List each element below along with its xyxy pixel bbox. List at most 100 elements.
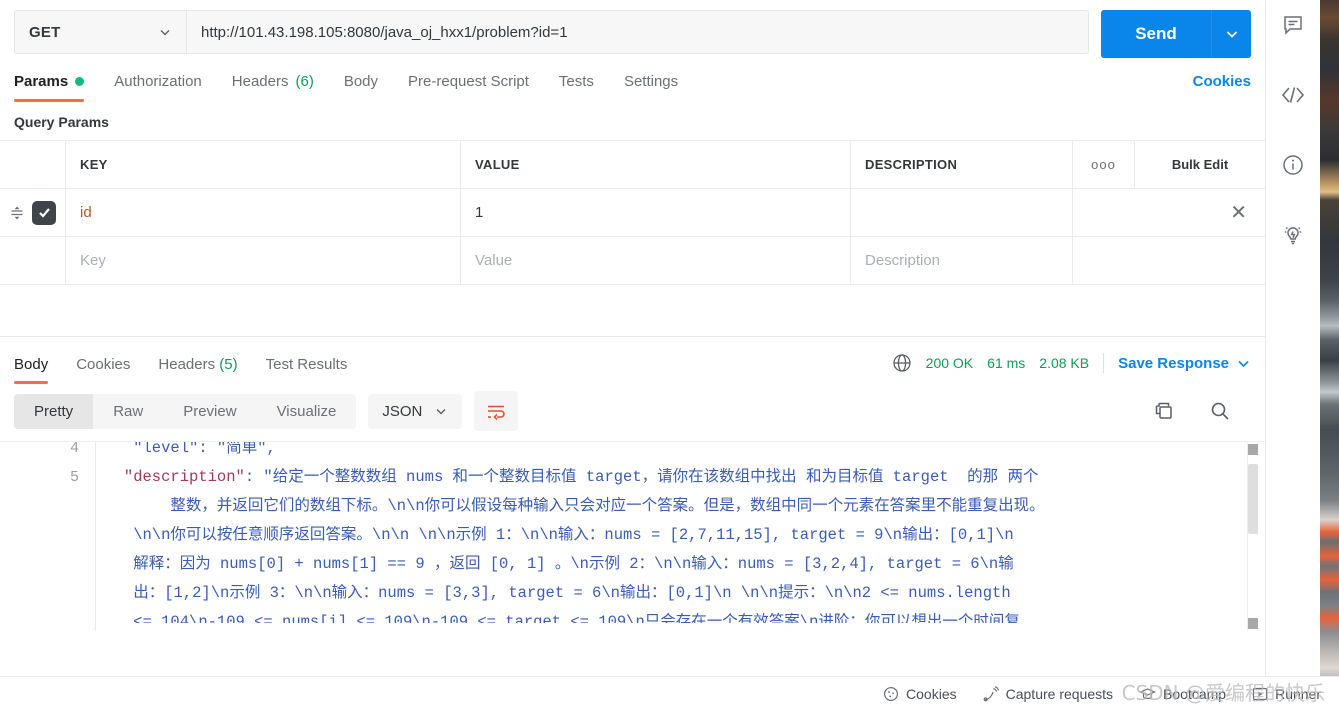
new-row-key-input[interactable]: Key	[66, 237, 461, 284]
new-row-key-placeholder: Key	[80, 252, 106, 269]
view-mode-visualize[interactable]: Visualize	[257, 394, 357, 429]
tab-label: Params	[14, 73, 69, 90]
play-icon	[1252, 686, 1268, 702]
save-response-button[interactable]: Save Response	[1118, 355, 1251, 372]
scrollbar-bottom-nub	[1248, 618, 1258, 629]
tab-headers[interactable]: Headers (6)	[232, 73, 314, 100]
row-delete-cell: ✕	[1135, 189, 1265, 236]
response-body-code: "level": "简单", "description": "给定一个整数数组 …	[96, 441, 1239, 623]
line-number	[0, 521, 95, 550]
response-tab-cookies[interactable]: Cookies	[76, 356, 130, 383]
more-options-icon: ooo	[1091, 157, 1116, 172]
send-button[interactable]: Send	[1101, 10, 1211, 58]
row-description-input[interactable]	[851, 189, 1073, 236]
satellite-icon	[983, 685, 999, 702]
body-scrollbar[interactable]	[1247, 442, 1258, 631]
response-tab-count: (5)	[219, 356, 238, 373]
bulk-edit-label: Bulk Edit	[1171, 157, 1229, 172]
code-line: 解释：因为 nums[0] + nums[1] == 9 ，返回 [0, 1] …	[96, 550, 1239, 579]
check-icon	[38, 208, 50, 218]
table-options-button[interactable]: ooo	[1073, 141, 1135, 188]
new-row-description-input[interactable]: Description	[851, 237, 1073, 284]
response-tab-body[interactable]: Body	[14, 356, 49, 384]
tab-params[interactable]: Params	[14, 73, 85, 102]
bottom-item-label: Runner	[1275, 685, 1321, 702]
bottom-item-label: Capture requests	[1005, 685, 1114, 702]
desktop-background-sliver	[1320, 0, 1339, 710]
bottom-item-cookies[interactable]: Cookies	[883, 686, 957, 702]
info-icon[interactable]	[1276, 148, 1310, 182]
method-selector[interactable]: GET	[14, 10, 186, 54]
row-value-input[interactable]: 1	[461, 189, 851, 236]
status-code: 200 OK	[925, 355, 974, 371]
scrollbar-top-nub	[1248, 444, 1258, 455]
row-value-text: 1	[475, 204, 484, 221]
bottom-status-bar: Cookies Capture requests Bootcamp Runner…	[0, 676, 1339, 710]
new-row-controls	[0, 237, 66, 284]
table-new-row: Key Value Description	[0, 237, 1265, 285]
response-meta: 200 OK 61 ms 2.08 KB Save Response	[892, 353, 1251, 383]
tab-count: (6)	[295, 73, 314, 90]
cookie-icon	[883, 686, 899, 702]
bottom-item-bootcamp[interactable]: Bootcamp	[1139, 686, 1226, 702]
table-row: id 1 ✕	[0, 189, 1265, 237]
close-icon[interactable]: ✕	[1230, 203, 1251, 223]
wrap-text-icon	[488, 405, 506, 421]
line-number-gutter: 45	[0, 442, 96, 631]
query-params-title: Query Params	[14, 114, 109, 130]
header-value: VALUE	[461, 141, 851, 188]
response-tab-headers[interactable]: Headers (5)	[158, 356, 237, 383]
tab-settings[interactable]: Settings	[624, 73, 678, 100]
search-icon[interactable]	[1209, 400, 1231, 422]
cookies-link[interactable]: Cookies	[1193, 73, 1251, 100]
chevron-down-icon	[1226, 31, 1237, 38]
new-row-value-input[interactable]: Value	[461, 237, 851, 284]
send-options-button[interactable]	[1211, 10, 1251, 58]
scrollbar-thumb[interactable]	[1248, 464, 1258, 534]
comment-icon[interactable]	[1276, 8, 1310, 42]
query-params-table: KEY VALUE DESCRIPTION ooo Bulk Edit id 1…	[0, 140, 1265, 337]
drag-handle-icon[interactable]	[8, 204, 26, 222]
view-mode-pretty[interactable]: Pretty	[14, 393, 94, 429]
chevron-down-icon	[436, 409, 446, 415]
postman-window: GET http://101.43.198.105:8080/java_oj_h…	[0, 0, 1339, 710]
view-mode-raw[interactable]: Raw	[93, 394, 163, 429]
code-icon[interactable]	[1276, 78, 1310, 112]
tab-pre-request-script[interactable]: Pre-request Script	[408, 73, 529, 100]
copy-icon[interactable]	[1153, 400, 1175, 422]
row-key-text: id	[80, 204, 92, 221]
url-input[interactable]: http://101.43.198.105:8080/java_oj_hxx1/…	[186, 10, 1089, 54]
response-size: 2.08 KB	[1039, 355, 1090, 371]
tab-label: Pre-request Script	[408, 73, 529, 90]
tab-label: Settings	[623, 73, 679, 90]
row-checkbox[interactable]	[32, 200, 56, 225]
divider	[1103, 353, 1105, 373]
tab-body[interactable]: Body	[344, 73, 378, 100]
format-label: JSON	[382, 402, 423, 420]
row-spacer	[1073, 189, 1135, 236]
unsaved-dot-icon	[75, 77, 85, 86]
code-token: "level": "简单",	[96, 441, 276, 457]
response-body-viewer[interactable]: 45 "level": "简单", "description": "给定一个整数…	[0, 441, 1265, 631]
send-group: Send	[1101, 10, 1251, 58]
row-key-input[interactable]: id	[66, 189, 461, 236]
lightbulb-icon[interactable]	[1276, 218, 1310, 252]
bottom-item-label: Bootcamp	[1163, 685, 1227, 702]
body-tools	[1153, 400, 1251, 422]
globe-icon[interactable]	[892, 353, 912, 373]
header-handle-cell	[0, 141, 66, 188]
view-mode-preview[interactable]: Preview	[163, 394, 256, 429]
bottom-item-runner[interactable]: Runner	[1252, 686, 1321, 702]
bulk-edit-button[interactable]: Bulk Edit	[1135, 141, 1265, 188]
wrap-lines-button[interactable]	[474, 391, 519, 431]
response-tab-test-results[interactable]: Test Results	[266, 356, 348, 383]
response-tab-label: Headers	[158, 356, 216, 373]
format-selector[interactable]: JSON	[368, 393, 463, 429]
tab-authorization[interactable]: Authorization	[114, 73, 202, 100]
response-body-toolbar: Pretty Raw Preview Visualize JSON	[0, 383, 1265, 441]
bottom-item-capture-requests[interactable]: Capture requests	[983, 686, 1113, 702]
code-token: 解释：因为 nums[0] + nums[1] == 9 ，返回 [0, 1] …	[96, 555, 1014, 573]
url-bar: GET http://101.43.198.105:8080/java_oj_h…	[0, 0, 1265, 58]
tab-tests[interactable]: Tests	[559, 73, 594, 100]
bottom-item-label: Cookies	[906, 685, 957, 702]
